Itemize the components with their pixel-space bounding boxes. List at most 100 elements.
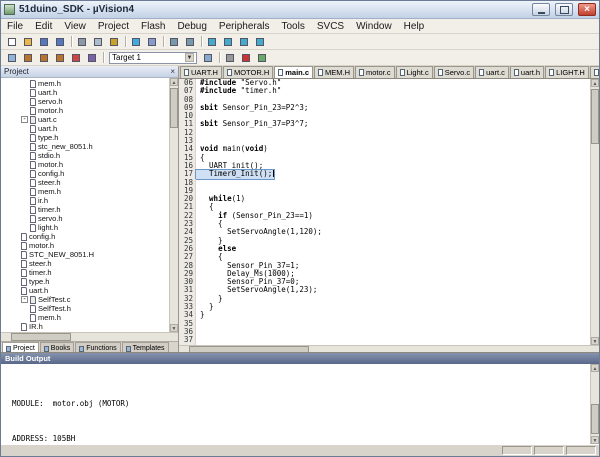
scroll-thumb[interactable] bbox=[170, 88, 178, 128]
new-file-icon[interactable] bbox=[4, 35, 20, 49]
menu-item[interactable]: File bbox=[1, 21, 29, 32]
editor-vscrollbar[interactable]: ▲ ▼ bbox=[590, 79, 599, 345]
menu-item[interactable]: Window bbox=[350, 21, 398, 32]
expand-toggle-icon[interactable] bbox=[21, 296, 28, 303]
menu-item[interactable]: Debug bbox=[171, 21, 212, 32]
menu-item[interactable]: SVCS bbox=[311, 21, 350, 32]
prev-bookmark-icon[interactable] bbox=[220, 35, 236, 49]
code-line[interactable]: 36 bbox=[179, 328, 590, 336]
code-line[interactable]: 07 #include "timer.h" bbox=[179, 87, 590, 95]
maximize-button[interactable] bbox=[555, 3, 573, 16]
tree-item[interactable]: type.h bbox=[1, 133, 169, 142]
undo-icon[interactable] bbox=[128, 35, 144, 49]
tree-item[interactable]: steer.h bbox=[1, 178, 169, 187]
find-icon[interactable] bbox=[166, 35, 182, 49]
batch-build-icon[interactable] bbox=[52, 51, 68, 65]
code-line[interactable]: 25 } bbox=[179, 237, 590, 245]
code-line[interactable]: 22 if (Sensor_Pin_23==1) bbox=[179, 212, 590, 220]
tree-item[interactable]: uart.h bbox=[1, 286, 169, 295]
code-line[interactable]: 24 SetServoAngle(1,120); bbox=[179, 228, 590, 236]
editor-tab[interactable]: MEM.H bbox=[314, 66, 354, 78]
title-bar[interactable]: 51duino_SDK - µVision4 bbox=[1, 1, 599, 19]
tree-item[interactable]: steer.h bbox=[1, 259, 169, 268]
rebuild-icon[interactable] bbox=[36, 51, 52, 65]
tree-item[interactable]: mem.h bbox=[1, 79, 169, 88]
code-line[interactable]: 09 sbit Sensor_Pin_23=P2^3; bbox=[179, 104, 590, 112]
scroll-up-icon[interactable]: ▲ bbox=[591, 79, 599, 87]
tree-item[interactable]: config.h bbox=[1, 232, 169, 241]
tree-item[interactable]: servo.h bbox=[1, 214, 169, 223]
translate-icon[interactable] bbox=[4, 51, 20, 65]
scroll-thumb[interactable] bbox=[11, 333, 71, 341]
clear-bookmarks-icon[interactable] bbox=[252, 35, 268, 49]
menu-item[interactable]: Help bbox=[398, 21, 431, 32]
tree-item[interactable]: uart.c bbox=[1, 115, 169, 124]
code-editor[interactable]: 06 #include "Servo.h" 07 #include "timer… bbox=[179, 79, 599, 345]
menu-item[interactable]: View bbox=[58, 21, 92, 32]
tree-item[interactable]: IR.h bbox=[1, 322, 169, 331]
paste-icon[interactable] bbox=[106, 35, 122, 49]
code-line[interactable]: 37 bbox=[179, 336, 590, 344]
editor-tab[interactable]: uart.h bbox=[510, 66, 544, 78]
editor-tab[interactable]: uart.c bbox=[475, 66, 509, 78]
minimize-button[interactable] bbox=[532, 3, 550, 16]
redo-icon[interactable] bbox=[144, 35, 160, 49]
code-line[interactable]: 12 bbox=[179, 129, 590, 137]
editor-tab[interactable]: LIGHT.H bbox=[545, 66, 589, 78]
scroll-down-icon[interactable]: ▼ bbox=[591, 337, 599, 345]
editor-tab[interactable]: Light.c bbox=[396, 66, 433, 78]
code-line[interactable]: 33 } bbox=[179, 303, 590, 311]
download-icon[interactable] bbox=[84, 51, 100, 65]
cut-icon[interactable] bbox=[74, 35, 90, 49]
save-all-icon[interactable] bbox=[52, 35, 68, 49]
tree-item[interactable]: SelfTest.c bbox=[1, 295, 169, 304]
editor-tab[interactable]: LCD_128 bbox=[590, 66, 599, 78]
tree-item[interactable]: config.h bbox=[1, 169, 169, 178]
scroll-thumb[interactable] bbox=[591, 404, 599, 434]
tree-item[interactable]: uart.h bbox=[1, 88, 169, 97]
menu-item[interactable]: Flash bbox=[135, 21, 171, 32]
code-line[interactable]: 35 bbox=[179, 320, 590, 328]
tree-item[interactable]: timer.h bbox=[1, 268, 169, 277]
expand-toggle-icon[interactable] bbox=[21, 116, 28, 123]
open-file-icon[interactable] bbox=[20, 35, 36, 49]
tree-item[interactable]: motor.h bbox=[1, 160, 169, 169]
tree-item[interactable]: stc_new_8051.h bbox=[1, 142, 169, 151]
editor-tab[interactable]: MOTOR.H bbox=[223, 66, 273, 78]
tree-item[interactable]: motor.h bbox=[1, 241, 169, 250]
scroll-up-icon[interactable]: ▲ bbox=[591, 364, 599, 372]
tree-item[interactable]: stdio.h bbox=[1, 151, 169, 160]
tree-item[interactable]: timer.h bbox=[1, 205, 169, 214]
scroll-down-icon[interactable]: ▼ bbox=[170, 324, 178, 332]
project-panel-caption[interactable]: Project × bbox=[1, 66, 178, 78]
code-line[interactable]: 20 while(1) bbox=[179, 195, 590, 203]
close-button[interactable] bbox=[578, 3, 596, 16]
editor-tab[interactable]: main.c bbox=[274, 66, 313, 78]
find-in-files-icon[interactable] bbox=[182, 35, 198, 49]
chevron-down-icon[interactable]: ▼ bbox=[185, 53, 194, 62]
scroll-up-icon[interactable]: ▲ bbox=[170, 78, 178, 86]
project-tree-hscrollbar[interactable] bbox=[1, 332, 178, 341]
code-line[interactable]: 31 SetServoAngle(1,23); bbox=[179, 286, 590, 294]
tree-item[interactable]: light.h bbox=[1, 223, 169, 232]
start-debug-icon[interactable] bbox=[238, 51, 254, 65]
tree-item[interactable]: SelfTest.h bbox=[1, 304, 169, 313]
build-icon[interactable] bbox=[20, 51, 36, 65]
code-line[interactable]: 34 } bbox=[179, 311, 590, 319]
scroll-thumb[interactable] bbox=[591, 89, 599, 144]
editor-tab[interactable]: Servo.c bbox=[434, 66, 474, 78]
tree-item[interactable]: mem.h bbox=[1, 313, 169, 322]
periodic-window-update-icon[interactable] bbox=[254, 51, 270, 65]
copy-icon[interactable] bbox=[90, 35, 106, 49]
file-extensions-icon[interactable] bbox=[222, 51, 238, 65]
menu-item[interactable]: Project bbox=[92, 21, 135, 32]
bookmark-icon[interactable] bbox=[204, 35, 220, 49]
tree-item[interactable]: servo.h bbox=[1, 97, 169, 106]
editor-tab[interactable]: motor.c bbox=[355, 66, 395, 78]
tree-item[interactable]: motor.h bbox=[1, 106, 169, 115]
editor-tab[interactable]: UART.H bbox=[180, 66, 222, 78]
menu-item[interactable]: Edit bbox=[29, 21, 58, 32]
build-output-scrollbar[interactable]: ▲ ▼ bbox=[590, 364, 599, 444]
code-line[interactable]: 18 bbox=[179, 179, 590, 187]
code-line[interactable]: 17 Timer0_Init(); bbox=[179, 170, 590, 178]
